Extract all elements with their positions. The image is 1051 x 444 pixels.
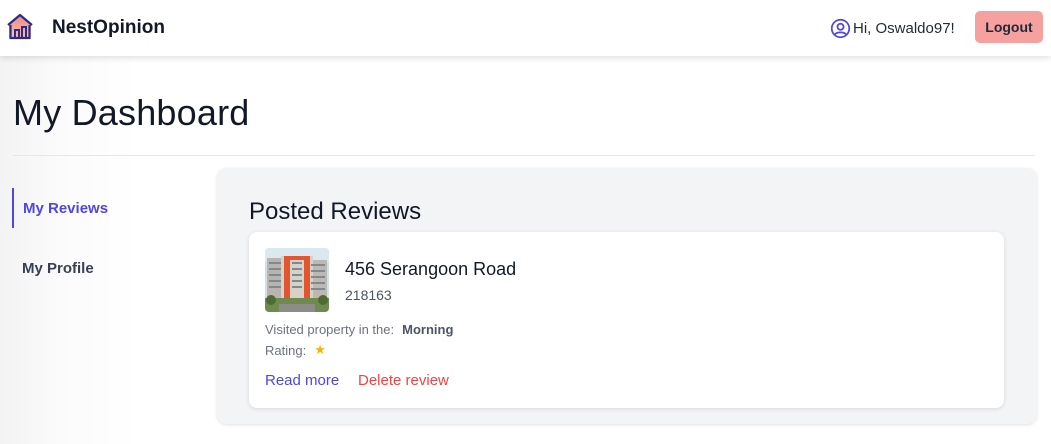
user-greeting: Hi, Oswaldo97! — [830, 17, 955, 39]
visit-time-label: Visited property in the: — [265, 322, 395, 337]
rating-row: Rating: ★ — [265, 342, 326, 358]
review-address: 456 Serangoon Road — [345, 259, 517, 279]
logout-button[interactable]: Logout — [975, 11, 1043, 43]
visit-time-value: Morning — [402, 322, 454, 337]
user-circle-icon — [830, 18, 851, 38]
read-more-link[interactable]: Read more — [265, 372, 339, 389]
visit-time-row: Visited property in the: Morning — [265, 322, 453, 337]
house-logo-icon[interactable] — [6, 13, 34, 41]
page-title: My Dashboard — [13, 92, 250, 133]
title-divider — [13, 155, 1035, 156]
review-postal-code: 218163 — [345, 287, 392, 303]
rating-label: Rating: — [265, 342, 307, 358]
star-icon: ★ — [314, 342, 326, 357]
sidebar-item-my-profile[interactable]: My Profile — [12, 248, 192, 288]
sidebar-item-my-reviews[interactable]: My Reviews — [12, 188, 192, 228]
greeting-text: Hi, Oswaldo97! — [853, 19, 955, 37]
brand-name[interactable]: NestOpinion — [52, 17, 165, 39]
top-navbar: NestOpinion Hi, Oswaldo97! Logout — [0, 0, 1051, 56]
posted-reviews-panel: Posted Reviews 456 Serangoon Road 218163… — [217, 168, 1037, 424]
section-title: Posted Reviews — [249, 198, 422, 225]
property-thumbnail — [265, 248, 329, 312]
delete-review-link[interactable]: Delete review — [358, 372, 449, 389]
review-card: 456 Serangoon Road 218163 Visited proper… — [249, 232, 1004, 408]
